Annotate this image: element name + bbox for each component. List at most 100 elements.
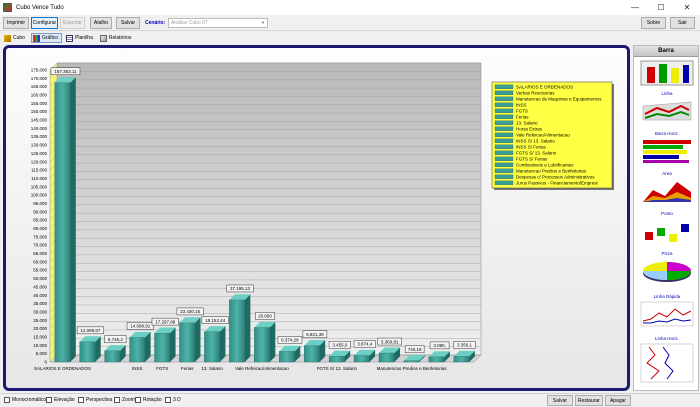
chart-type-linha-horiz-label: Linha Horiz. <box>654 336 679 341</box>
legend-entry: Juros Passivos - Financiamento/Emprest <box>516 180 599 185</box>
close-button[interactable]: ✕ <box>674 0 700 15</box>
bar-front <box>179 322 196 363</box>
chart-type-linha[interactable]: Linha <box>639 91 695 125</box>
tab-grafico-label: Gráfico <box>41 35 59 41</box>
minimize-button[interactable]: — <box>622 0 648 15</box>
bar <box>104 345 126 363</box>
bar-front <box>279 351 295 363</box>
data-label-text: 3.455,0 <box>332 342 348 347</box>
salvar-button[interactable]: Salvar <box>547 395 573 406</box>
checkbox-box <box>78 397 84 403</box>
chart-type-area-label: Área <box>662 171 672 176</box>
bar-side <box>194 317 201 362</box>
data-label: 6.374,28 <box>277 336 303 344</box>
y-tick-label: 175.000 <box>31 68 48 73</box>
3d-checkbox[interactable]: 3 D <box>165 397 181 403</box>
cenario-select[interactable]: Análise Cubo 07 ▼ <box>168 18 268 28</box>
data-label: 17.297,88 <box>151 317 179 326</box>
data-label: 23.430,15 <box>176 307 204 316</box>
y-tick-label: 85.000 <box>33 218 47 223</box>
data-label-text: 18.153,44 <box>205 318 226 323</box>
chart-type-barra-horiz[interactable]: Barra Horiz. <box>639 131 695 165</box>
chart-area: 0 5.000 10.000 15.000 20.000 25.000 30.000 35.0… <box>3 45 630 391</box>
restaurar-button[interactable]: Restaurar <box>575 395 603 406</box>
configurar-button[interactable]: Configurar <box>31 17 58 29</box>
chart-type-pizza[interactable]: Pizza <box>639 251 695 285</box>
legend-entry: INSS S/ 13. Salario <box>516 138 555 143</box>
rotacao-checkbox[interactable]: Rotação <box>135 397 162 403</box>
zoom-checkbox[interactable]: Zoom <box>114 397 135 403</box>
imprimir-button[interactable]: Imprimir <box>3 17 29 29</box>
legend-swatch <box>494 132 514 137</box>
y-tick-label: 45.000 <box>33 284 47 289</box>
elevacao-checkbox[interactable]: Elevação <box>46 397 75 403</box>
exportar-button[interactable]: Exportar <box>60 17 85 29</box>
horizontal-line-icon <box>640 343 694 383</box>
x-tick-label: INSS <box>132 366 143 371</box>
y-tick-label: 100.000 <box>31 193 48 198</box>
maximize-button[interactable]: ☐ <box>648 0 674 15</box>
cenario-label: Cenário: <box>145 20 166 26</box>
monocromatico-label: Monocromático <box>12 397 47 403</box>
y-tick-label: 115.000 <box>31 168 47 173</box>
atalho-button[interactable]: Atalho <box>90 17 112 29</box>
horizontal-bar-icon <box>643 140 691 163</box>
y-tick-label: 0 <box>44 360 47 365</box>
bar-front <box>129 337 146 363</box>
chart-icon <box>32 34 40 42</box>
bar-side <box>219 326 226 362</box>
chart-type-ponto-label: Ponto <box>661 211 673 216</box>
sair-button[interactable]: Sair <box>670 17 695 29</box>
y-tick-label: 5.000 <box>36 351 48 356</box>
legend-swatch <box>494 174 514 179</box>
tab-cubo-label: Cubo <box>13 35 25 41</box>
bar-side <box>169 327 176 362</box>
area-chart-icon <box>643 182 691 202</box>
checkbox-box <box>135 397 141 403</box>
apagar-button[interactable]: Apagar <box>605 395 631 406</box>
chart-type-linha-rapida-label: Linha Rápida <box>653 294 681 299</box>
tab-planilha-label: Planilha <box>75 35 93 41</box>
y-tick-label: 35.000 <box>33 301 47 306</box>
legend-entry: Manutencao de Maquinas e Equipamentos <box>516 96 602 101</box>
zoom-label: Zoom <box>122 397 135 403</box>
toolbar: Imprimir Configurar Exportar Atalho Salv… <box>0 15 700 31</box>
perspectiva-checkbox[interactable]: Perspectiva <box>78 397 112 403</box>
legend-swatch <box>494 162 514 167</box>
tab-planilha[interactable]: Planilha <box>65 33 96 43</box>
report-icon <box>99 34 107 42</box>
checkbox-box <box>165 397 171 403</box>
chart-type-linha-rapida[interactable]: Linha Rápida <box>639 294 695 328</box>
chevron-down-icon: ▼ <box>261 20 265 25</box>
x-tick-label: Ferias <box>181 366 194 371</box>
cenario-value: Análise Cubo 07 <box>171 20 208 26</box>
y-tick-label: 145.000 <box>31 118 48 123</box>
y-tick-label: 165.000 <box>31 84 48 89</box>
y-tick-label: 25.000 <box>33 318 47 323</box>
legend-entry: Verbas Rescisorias <box>516 90 555 95</box>
window-title: Cubo Vence Tudo <box>16 4 64 11</box>
bar <box>204 326 226 363</box>
bar-front <box>428 356 445 363</box>
data-label: 5.360,81 <box>377 337 402 346</box>
chart-type-barra[interactable] <box>639 59 695 93</box>
tab-relatorios[interactable]: Relatórios <box>99 33 135 43</box>
legend-entry: 13. Salario <box>516 120 538 125</box>
legend-swatch <box>494 114 514 119</box>
chart-type-ponto[interactable]: Ponto <box>639 211 695 245</box>
y-tick-label: 30.000 <box>33 309 47 314</box>
tab-cubo[interactable]: Cubo <box>3 33 28 43</box>
legend-swatch <box>494 126 514 131</box>
monocromatico-checkbox[interactable]: Monocromático <box>4 397 46 403</box>
sobre-button[interactable]: Sobre <box>641 17 666 29</box>
tab-grafico[interactable]: Gráfico <box>30 33 63 43</box>
chart-type-area[interactable]: Área <box>639 171 695 205</box>
data-label: 18.153,44 <box>201 316 229 324</box>
y-tick-label: 105.000 <box>31 184 48 189</box>
chart-type-linha-horiz[interactable]: Linha Horiz. <box>639 336 695 383</box>
y-tick-label: 70.000 <box>33 243 47 248</box>
bar-front <box>328 356 345 363</box>
salvar-toolbar-button[interactable]: Salvar <box>116 17 140 29</box>
y-tick-label: 60.000 <box>33 259 47 264</box>
elevacao-label: Elevação <box>54 397 75 403</box>
